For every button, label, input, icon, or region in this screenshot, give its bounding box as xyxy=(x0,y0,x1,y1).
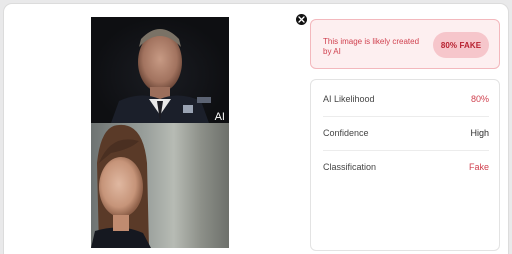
detail-row-confidence: Confidence High xyxy=(323,116,489,151)
verdict-banner: This image is likely created by AI 80% F… xyxy=(310,19,500,69)
analysis-card: AI This image is likely created by AI 80… xyxy=(3,3,509,254)
detail-row-ai-likelihood: AI Likelihood 80% xyxy=(323,82,489,117)
image-preview-stack: AI xyxy=(91,17,229,248)
detail-label: Confidence xyxy=(323,128,369,138)
detail-row-classification: Classification Fake xyxy=(323,150,489,184)
details-panel: AI Likelihood 80% Confidence High Classi… xyxy=(310,79,500,251)
detail-value: 80% xyxy=(470,94,489,104)
detail-label: AI Likelihood xyxy=(323,94,375,104)
portrait-woman-image xyxy=(91,124,151,248)
detail-label: Classification xyxy=(323,162,377,172)
verdict-text: This image is likely created by AI xyxy=(323,37,420,56)
close-button[interactable] xyxy=(296,14,307,25)
image-preview-bottom xyxy=(91,123,229,248)
ai-watermark: AI xyxy=(214,111,225,123)
close-icon xyxy=(298,16,305,23)
detail-value: High xyxy=(470,128,489,138)
image-preview-top: AI xyxy=(91,17,229,123)
verdict-badge: 80% FAKE xyxy=(433,32,489,58)
detail-value: Fake xyxy=(468,162,489,172)
portrait-man-image xyxy=(111,29,211,123)
